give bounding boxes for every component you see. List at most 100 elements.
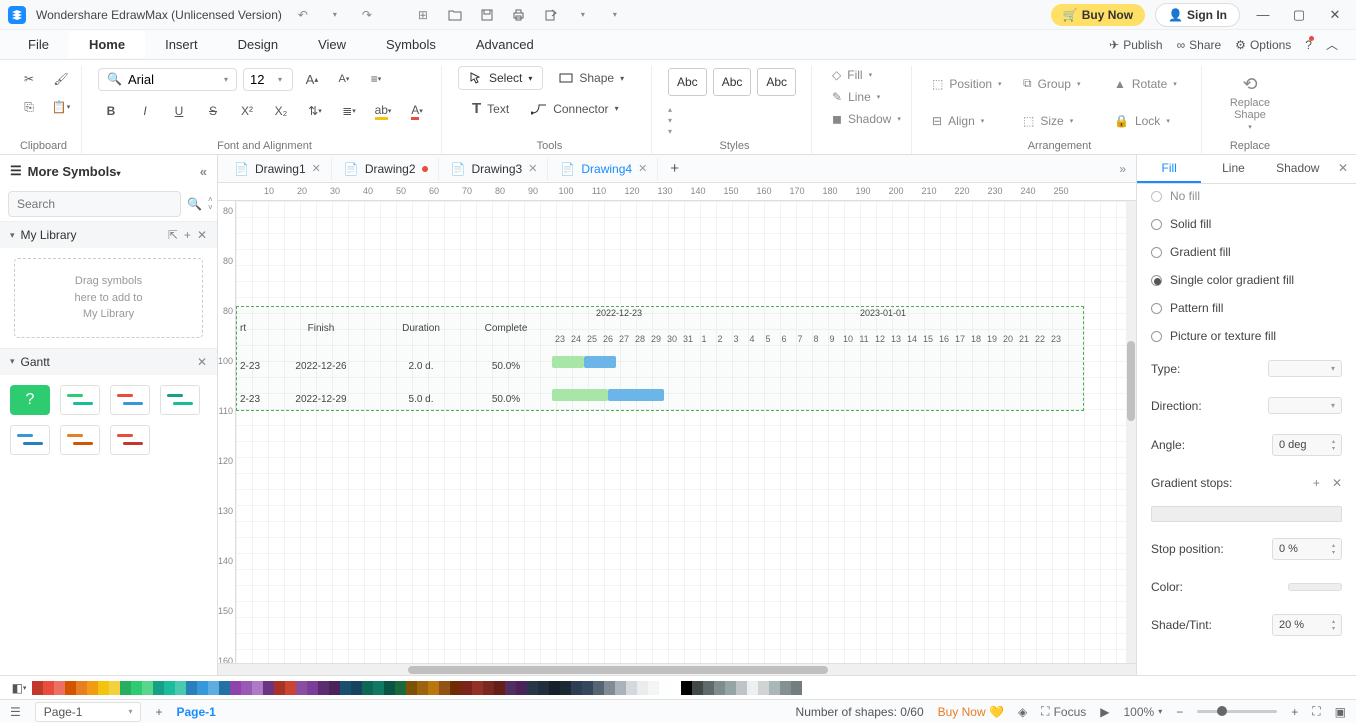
color-swatch[interactable] [747, 681, 758, 695]
my-library-header[interactable]: ▾ My Library ⇱ + ✕ [0, 222, 217, 248]
collapse-ribbon[interactable]: ︿ [1326, 36, 1338, 53]
color-swatch[interactable] [780, 681, 791, 695]
more-quickaccess[interactable]: ▾ [604, 4, 626, 26]
color-swatch[interactable] [571, 681, 582, 695]
canvas[interactable]: 2022-12-23 2023-01-01 rt Finish Duration… [236, 201, 1136, 663]
color-swatch[interactable] [98, 681, 109, 695]
format-panel-toggle[interactable] [1136, 183, 1137, 219]
group-button[interactable]: ⧉Group▾ [1019, 74, 1100, 93]
style-preset-1[interactable]: Abc [668, 68, 707, 96]
color-swatch[interactable] [681, 681, 692, 695]
close-icon[interactable]: ✕ [312, 162, 321, 175]
zoom-slider[interactable] [1197, 710, 1277, 713]
color-swatch[interactable] [186, 681, 197, 695]
minimize-button[interactable]: — [1250, 2, 1276, 28]
expand-tabs-button[interactable]: » [1109, 158, 1136, 180]
pages-list-button[interactable]: ☰ [10, 705, 21, 719]
color-swatch[interactable] [692, 681, 703, 695]
line-spacing-button[interactable]: ⇅▾ [302, 98, 328, 124]
color-select[interactable] [1288, 583, 1342, 591]
buy-now-button[interactable]: 🛒Buy Now [1051, 4, 1145, 26]
close-right-panel[interactable]: ✕ [1330, 155, 1356, 183]
add-tab-button[interactable]: + [660, 156, 689, 181]
radio-gradient-fill[interactable]: Gradient fill [1151, 238, 1342, 266]
strike-button[interactable]: S [200, 98, 226, 124]
align-button[interactable]: ≡▾ [363, 66, 389, 92]
color-swatch[interactable] [483, 681, 494, 695]
buy-now-link[interactable]: Buy Now 💛 [938, 705, 1004, 719]
menu-design[interactable]: Design [218, 31, 298, 58]
library-close-button[interactable]: ✕ [197, 228, 207, 242]
close-icon[interactable]: ✕ [528, 162, 537, 175]
color-swatch[interactable] [439, 681, 450, 695]
format-painter-button[interactable]: 🖌 [48, 66, 74, 92]
color-swatch[interactable] [131, 681, 142, 695]
radio-single-gradient[interactable]: Single color gradient fill [1151, 266, 1342, 294]
focus-button[interactable]: ⛶ Focus [1041, 704, 1086, 719]
bold-button[interactable]: B [98, 98, 124, 124]
size-button[interactable]: ⬚Size▾ [1019, 112, 1100, 130]
color-swatch[interactable] [769, 681, 780, 695]
print-button[interactable] [508, 4, 530, 26]
gantt-row-2[interactable]: 2-23 2022-12-29 5.0 d. 50.0% [236, 383, 546, 416]
color-swatch[interactable] [472, 681, 483, 695]
color-swatch[interactable] [549, 681, 560, 695]
more-symbols-button[interactable]: More Symbols▾ [28, 164, 121, 179]
radio-pattern-fill[interactable]: Pattern fill [1151, 294, 1342, 322]
font-family-select[interactable]: 🔍 ▾ [98, 68, 237, 91]
library-import-button[interactable]: ⇱ [168, 228, 178, 242]
color-swatch[interactable] [428, 681, 439, 695]
eyedropper-button[interactable]: ◧▾ [10, 679, 28, 697]
color-swatch[interactable] [43, 681, 54, 695]
library-add-button[interactable]: + [184, 228, 191, 242]
color-swatch[interactable] [373, 681, 384, 695]
tab-drawing1[interactable]: 📄Drawing1✕ [224, 158, 332, 180]
gantt-section-header[interactable]: ▾ Gantt ✕ [0, 349, 217, 375]
layers-button[interactable]: ◈ [1018, 705, 1027, 719]
fit-page-button[interactable]: ⛶ [1312, 704, 1320, 719]
color-swatch[interactable] [329, 681, 340, 695]
zoom-in-button[interactable]: + [1291, 705, 1298, 719]
menu-file[interactable]: File [8, 31, 69, 58]
cut-button[interactable]: ✂ [16, 66, 42, 92]
color-swatch[interactable] [648, 681, 659, 695]
color-swatch[interactable] [340, 681, 351, 695]
close-button[interactable]: ✕ [1322, 2, 1348, 28]
tab-fill[interactable]: Fill [1137, 155, 1201, 183]
search-button[interactable]: 🔍 [187, 194, 202, 214]
tab-drawing4[interactable]: 📄Drawing4✕ [550, 158, 658, 180]
menu-insert[interactable]: Insert [145, 31, 218, 58]
styles-expand[interactable]: ▾ [668, 127, 672, 136]
color-swatch[interactable] [87, 681, 98, 695]
color-swatch[interactable] [659, 681, 670, 695]
library-drop-zone[interactable]: Drag symbols here to add to My Library [14, 258, 203, 338]
color-swatch[interactable] [285, 681, 296, 695]
copy-button[interactable]: ⎘ [16, 94, 42, 120]
active-page-tab[interactable]: Page-1 [177, 705, 216, 719]
tab-line[interactable]: Line [1201, 155, 1265, 183]
type-select[interactable]: ▾ [1268, 360, 1342, 377]
color-swatch[interactable] [593, 681, 604, 695]
color-swatch[interactable] [505, 681, 516, 695]
gantt-thumb-5[interactable] [60, 425, 100, 455]
color-swatch[interactable] [626, 681, 637, 695]
color-swatch[interactable] [263, 681, 274, 695]
decrease-font-button[interactable]: A▾ [331, 66, 357, 92]
options-button[interactable]: ⚙Options [1235, 38, 1291, 52]
color-swatch[interactable] [241, 681, 252, 695]
color-swatch[interactable] [384, 681, 395, 695]
italic-button[interactable]: I [132, 98, 158, 124]
menu-symbols[interactable]: Symbols [366, 31, 456, 58]
highlight-button[interactable]: ab▾ [370, 98, 396, 124]
save-button[interactable] [476, 4, 498, 26]
style-preset-3[interactable]: Abc [757, 68, 796, 96]
radio-no-fill[interactable]: No fill [1151, 184, 1342, 210]
color-swatch[interactable] [516, 681, 527, 695]
color-swatch[interactable] [252, 681, 263, 695]
color-swatch[interactable] [175, 681, 186, 695]
export-button[interactable] [540, 4, 562, 26]
add-stop-button[interactable]: + [1313, 476, 1320, 490]
color-swatch[interactable] [560, 681, 571, 695]
color-swatch[interactable] [703, 681, 714, 695]
menu-view[interactable]: View [298, 31, 366, 58]
